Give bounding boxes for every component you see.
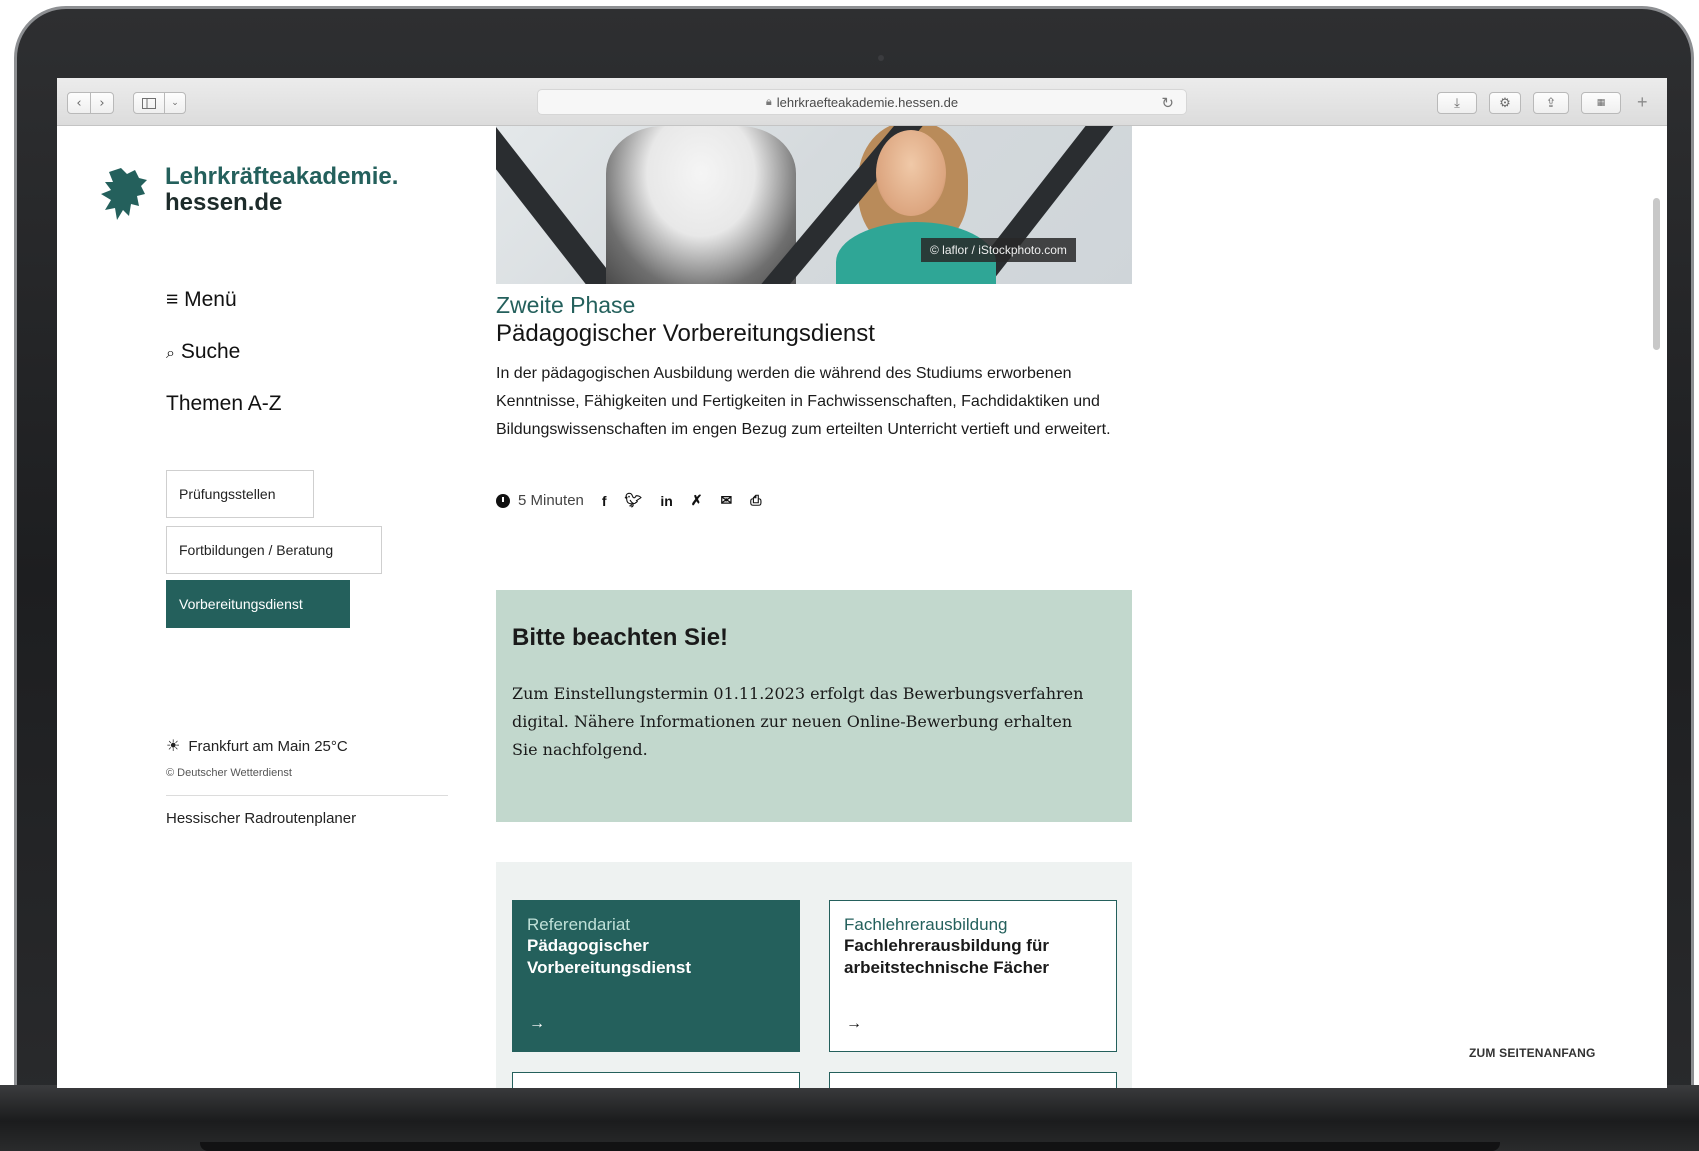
teaser-cards: Referendariat Pädagogischer Vorbereitung…	[496, 862, 1132, 1088]
sun-cloud-icon: ☀︎	[166, 738, 181, 755]
address-bar[interactable]: 🔒︎ lehrkraefteakademie.hessen.de ↻	[537, 89, 1187, 115]
reading-time: 5 Minuten	[518, 492, 584, 509]
search-link[interactable]: ⌕ Suche	[166, 340, 240, 364]
share-icon: ⇪	[1545, 95, 1557, 111]
card-referendariat[interactable]: Referendariat Pädagogischer Vorbereitung…	[512, 900, 800, 1052]
mail-icon[interactable]: ✉	[721, 492, 733, 509]
card-fachlehrerausbildung[interactable]: Fachlehrerausbildung Fachlehrerausbildun…	[829, 900, 1117, 1052]
notice-heading: Bitte beachten Sie!	[512, 624, 729, 651]
logo-line-1: Lehrkräfteakademie.	[165, 163, 399, 190]
arrow-right-icon: →	[846, 1015, 862, 1032]
web-page: Lehrkräfteakademie. hessen.de ≡ Menü ⌕ S…	[57, 126, 1667, 1088]
notice-box: Bitte beachten Sie! Zum Einstellungsterm…	[496, 590, 1132, 822]
page-title: Pädagogischer Vorbereitungsdienst	[496, 320, 875, 347]
weather-temperature: 25°C	[314, 737, 348, 755]
download-icon: ⤓	[1454, 95, 1460, 111]
clock-icon	[496, 493, 510, 508]
gear-icon: ⚙	[1499, 95, 1511, 111]
weather-location: Frankfurt am Main	[188, 737, 311, 755]
card-partial-right[interactable]	[829, 1072, 1117, 1088]
chevron-left-icon: ‹	[76, 95, 82, 111]
back-to-top-link[interactable]: ZUM SEITENANFANG	[1469, 1046, 1596, 1060]
screen: ‹ › ⌄ 🔒︎ lehrkraefteakademie.hessen.de ↻…	[57, 78, 1667, 1088]
card-title: Pädagogischer Vorbereitungsdienst	[527, 936, 692, 977]
camera-dot	[878, 55, 884, 61]
radroutenplaner-link[interactable]: Hessischer Radroutenplaner	[166, 810, 356, 827]
article-kicker: Zweite Phase	[496, 292, 636, 318]
vorbereitungsdienst-button[interactable]: Vorbereitungsdienst	[166, 580, 350, 628]
forward-button[interactable]: ›	[90, 92, 114, 114]
notice-text: Zum Einstellungstermin 01.11.2023 erfolg…	[512, 684, 1084, 759]
sidebar-divider	[166, 795, 448, 796]
downloads-button[interactable]: ⤓	[1437, 92, 1477, 114]
card-partial-left[interactable]	[512, 1072, 800, 1088]
card-title: Fachlehrerausbildung für arbeitstechnisc…	[844, 936, 1050, 977]
share-button[interactable]: ⇪	[1533, 92, 1569, 114]
card-subtitle: Fachlehrerausbildung	[844, 915, 1008, 934]
url-text: lehrkraefteakademie.hessen.de	[776, 94, 959, 110]
grid-icon: ▦	[1596, 98, 1606, 108]
sidebar-dropdown-button[interactable]: ⌄	[164, 92, 186, 114]
logo-line-2: hessen.de	[165, 189, 283, 216]
linkedin-icon[interactable]: in	[660, 493, 672, 509]
image-credit: © laflor / iStockphoto.com	[921, 238, 1076, 262]
weather-source: © Deutscher Wetterdienst	[166, 767, 292, 779]
article-meta: 5 Minuten f 🐦︎ in ✗ ✉ ⎙	[496, 492, 761, 509]
menu-link[interactable]: ≡ Menü	[166, 288, 237, 312]
hero-image: © laflor / iStockphoto.com	[496, 126, 1132, 284]
topics-az-link[interactable]: Themen A-Z	[166, 392, 282, 416]
print-icon[interactable]: ⎙	[750, 492, 761, 509]
weather-widget: ☀︎ Frankfurt am Main 25°C	[166, 736, 348, 756]
card-subtitle: Referendariat	[527, 915, 631, 934]
chevron-down-icon: ⌄	[171, 98, 179, 108]
facebook-icon[interactable]: f	[602, 493, 607, 509]
arrow-right-icon: →	[529, 1015, 545, 1032]
fortbildungen-button[interactable]: Fortbildungen / Beratung	[166, 526, 382, 574]
search-icon: ⌕	[166, 345, 175, 362]
site-logo[interactable]: Lehrkräfteakademie. hessen.de	[165, 164, 398, 216]
lion-logo-icon	[101, 168, 147, 220]
article-intro: In der pädagogischen Ausbildung werden d…	[496, 365, 1111, 438]
sidebar-toggle-button[interactable]	[133, 92, 165, 114]
lock-icon: 🔒︎	[765, 95, 772, 108]
twitter-icon[interactable]: 🐦︎	[625, 492, 643, 509]
chevron-right-icon: ›	[99, 95, 105, 111]
sidebar-icon	[142, 97, 156, 109]
search-label: Suche	[180, 340, 241, 363]
new-tab-button[interactable]: +	[1637, 92, 1648, 113]
reload-icon[interactable]: ↻	[1161, 94, 1174, 112]
scrollbar[interactable]	[1653, 198, 1660, 350]
tab-overview-button[interactable]: ▦	[1581, 92, 1621, 114]
back-button[interactable]: ‹	[67, 92, 91, 114]
pruefungsstellen-button[interactable]: Prüfungsstellen	[166, 470, 314, 518]
laptop-base-lip	[200, 1142, 1500, 1151]
extension-button[interactable]: ⚙	[1489, 92, 1521, 114]
browser-toolbar: ‹ › ⌄ 🔒︎ lehrkraefteakademie.hessen.de ↻…	[57, 78, 1667, 126]
xing-icon[interactable]: ✗	[691, 492, 703, 509]
